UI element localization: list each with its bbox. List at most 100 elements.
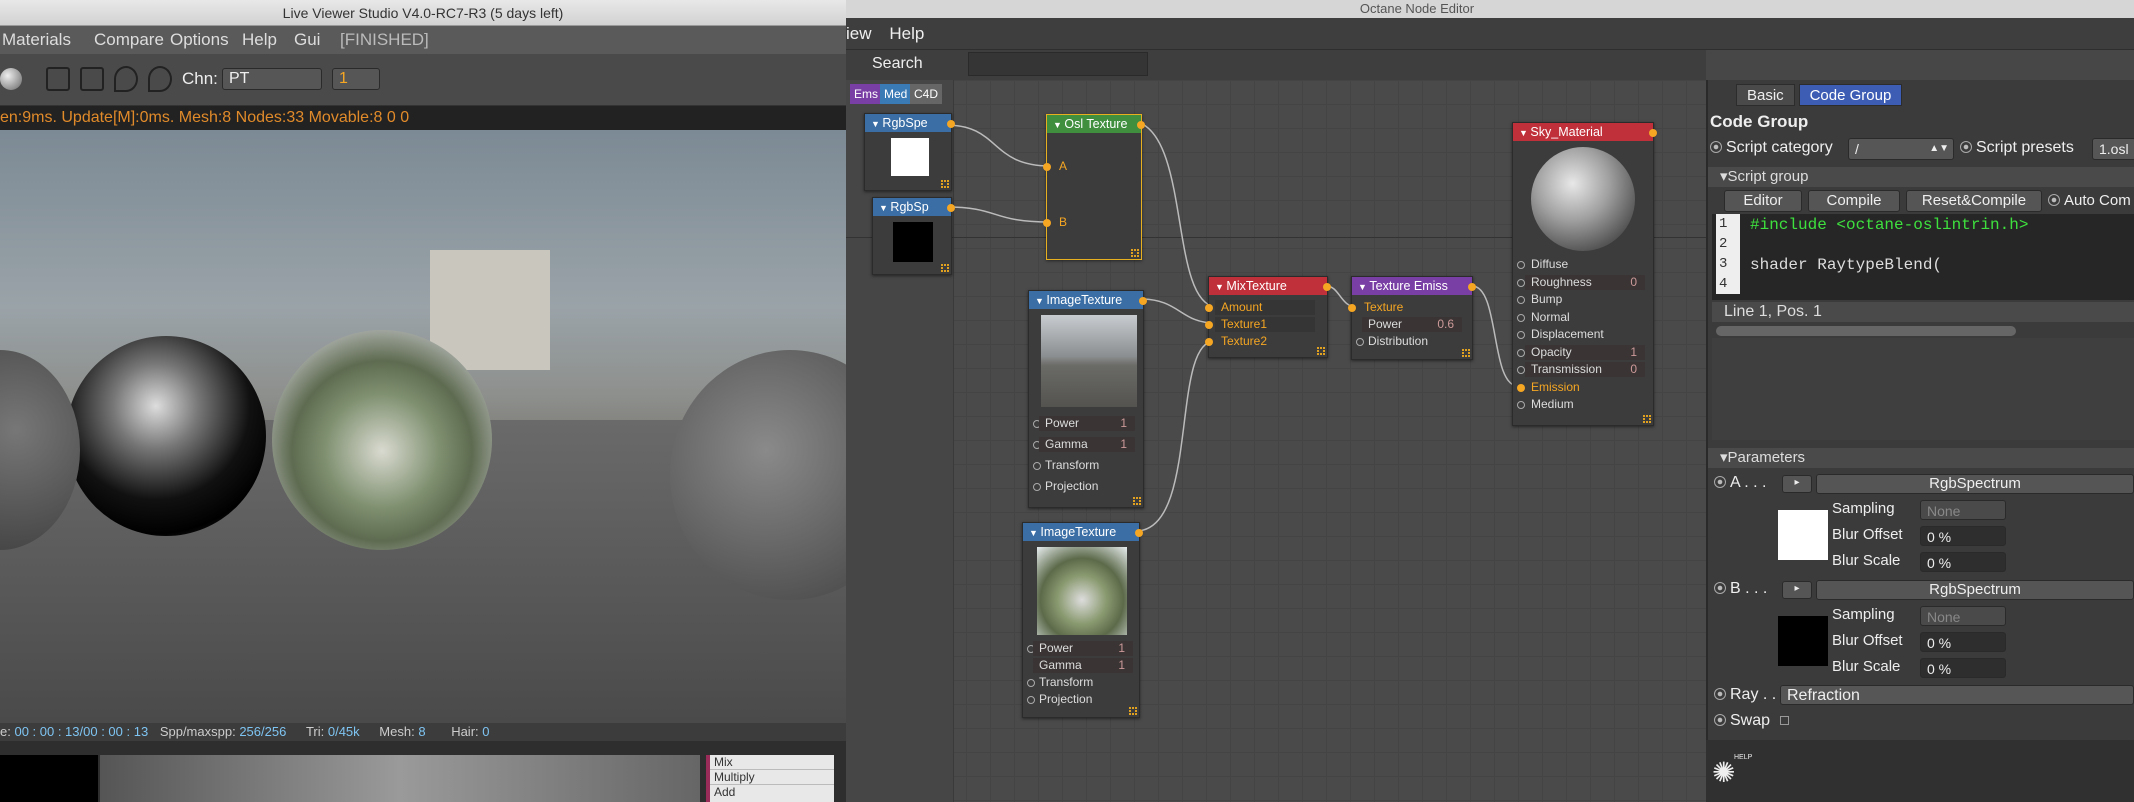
menu-gui[interactable]: Gui	[294, 30, 320, 50]
blur-scale-field[interactable]: 0 %	[1920, 552, 2006, 572]
output-socket[interactable]	[1135, 529, 1143, 537]
tab-basic[interactable]: Basic	[1736, 84, 1795, 106]
menu-help[interactable]: Help	[242, 30, 277, 50]
node-header[interactable]: Osl Texture	[1047, 115, 1141, 133]
node-image-texture-2[interactable]: ImageTexture Power 1 Gamma 1 Transform Pro…	[1022, 522, 1143, 718]
octane-logo-icon[interactable]: ✺	[1712, 756, 1735, 789]
param-socket[interactable]	[1517, 313, 1525, 322]
node-texture-emission[interactable]: Texture Emiss Texture Power 0.6 Distribut…	[1348, 276, 1476, 360]
menu-options[interactable]: Options	[170, 30, 229, 50]
param-transmission[interactable]: Transmission 0	[1525, 362, 1645, 377]
node-header[interactable]: Texture Emiss	[1352, 277, 1472, 295]
blend-mode-item[interactable]: Mix	[710, 755, 834, 770]
param-roughness[interactable]: Roughness 0	[1525, 274, 1645, 290]
resize-grip-icon[interactable]	[1129, 707, 1137, 715]
input-socket-a[interactable]	[1043, 163, 1051, 171]
param-power[interactable]: Power 1	[1039, 416, 1135, 431]
menu-materials[interactable]: Materials	[2, 30, 71, 50]
input-texture1[interactable]: Texture1	[1215, 317, 1315, 332]
param-a-type-button[interactable]: RgbSpectrum	[1816, 474, 2134, 494]
editor-button[interactable]: Editor	[1724, 190, 1802, 212]
expand-arrow-icon[interactable]: ▸	[1782, 475, 1812, 493]
swap-checkbox[interactable]	[1780, 716, 1789, 725]
node-header[interactable]: ImageTexture	[1029, 291, 1143, 309]
param-b-type-button[interactable]: RgbSpectrum	[1816, 580, 2134, 600]
param-b-swatch[interactable]	[1778, 616, 1828, 666]
horizontal-scrollbar[interactable]	[1716, 326, 2016, 336]
node-rgbspe[interactable]: RgbSpe	[864, 113, 955, 191]
script-category-select[interactable]: / ▲▼	[1848, 138, 1954, 160]
ray-select[interactable]: Refraction	[1780, 685, 2134, 705]
output-socket[interactable]	[1649, 129, 1657, 137]
input-socket-texture1[interactable]	[1205, 321, 1213, 329]
code-editor[interactable]: 1 #include <octane-oslintrin.h> 2 3 shad…	[1712, 214, 2134, 300]
radio-icon[interactable]	[1714, 476, 1726, 488]
parameters-header[interactable]: ▾Parameters	[1708, 448, 2134, 468]
param-gamma[interactable]: Gamma 1	[1039, 437, 1135, 452]
param-power[interactable]: Power 1	[1033, 641, 1133, 656]
blend-mode-item[interactable]: Add	[710, 785, 834, 799]
param-normal[interactable]: Normal	[1525, 310, 1645, 325]
node-header[interactable]: RgbSp	[873, 198, 951, 216]
sampling-select[interactable]: None	[1920, 500, 2006, 520]
resize-grip-icon[interactable]	[1462, 349, 1470, 357]
resize-grip-icon[interactable]	[1133, 497, 1141, 505]
param-texture[interactable]: Texture	[1358, 300, 1403, 315]
param-socket[interactable]	[1517, 331, 1525, 339]
input-socket-texture2[interactable]	[1205, 338, 1213, 346]
param-socket[interactable]	[1517, 366, 1525, 374]
node-rgbsp[interactable]: RgbSp	[872, 197, 955, 275]
output-socket[interactable]	[1468, 283, 1476, 291]
material-ball-icon[interactable]	[0, 68, 22, 90]
output-socket[interactable]	[1323, 283, 1331, 291]
expand-arrow-icon[interactable]: ▸	[1782, 581, 1812, 599]
output-socket[interactable]	[947, 120, 955, 128]
input-texture2[interactable]: Texture2	[1215, 334, 1267, 349]
blur-offset-field[interactable]: 0 %	[1920, 526, 2006, 546]
region-icon[interactable]	[46, 67, 70, 91]
radio-icon[interactable]	[2048, 194, 2060, 206]
channel-index-field[interactable]: 1	[332, 68, 380, 90]
input-socket-texture[interactable]	[1348, 304, 1356, 312]
radio-icon[interactable]	[1714, 582, 1726, 594]
param-socket[interactable]	[1517, 401, 1525, 409]
param-emission[interactable]: Emission	[1525, 380, 1645, 395]
channel-select[interactable]: PT	[222, 68, 322, 90]
pick-material-icon[interactable]	[148, 66, 172, 92]
input-socket-b[interactable]	[1043, 219, 1051, 227]
radio-icon[interactable]	[1714, 714, 1726, 726]
node-osl-texture[interactable]: Osl Texture A B	[1043, 114, 1145, 260]
param-socket[interactable]	[1517, 296, 1525, 304]
param-gamma[interactable]: Gamma 1	[1033, 658, 1133, 673]
radio-icon[interactable]	[1960, 141, 1972, 153]
node-header[interactable]: Sky_Material	[1513, 123, 1653, 141]
blend-mode-list[interactable]: Mix Multiply Add	[706, 755, 834, 802]
input-amount[interactable]: Amount	[1215, 300, 1315, 315]
param-displacement[interactable]: Displacement	[1525, 327, 1645, 342]
node-header[interactable]: RgbSpe	[865, 114, 951, 132]
radio-icon[interactable]	[1714, 688, 1726, 700]
render-viewport[interactable]	[0, 130, 846, 723]
param-socket[interactable]	[1517, 383, 1525, 392]
blur-scale-field[interactable]: 0 %	[1920, 658, 2006, 678]
param-a-swatch[interactable]	[1778, 510, 1828, 560]
resize-grip-icon[interactable]	[941, 264, 949, 272]
sampling-select[interactable]: None	[1920, 606, 2006, 626]
param-power[interactable]: Power 0.6	[1362, 317, 1462, 332]
film-region-icon[interactable]	[80, 67, 104, 91]
blend-mode-item[interactable]: Multiply	[710, 770, 834, 785]
input-socket-amount[interactable]	[1205, 304, 1213, 312]
output-socket[interactable]	[1137, 121, 1145, 129]
resize-grip-icon[interactable]	[1317, 347, 1325, 355]
param-bump[interactable]: Bump	[1525, 292, 1645, 307]
resize-grip-icon[interactable]	[1131, 249, 1139, 257]
resize-grip-icon[interactable]	[1643, 415, 1651, 423]
blur-offset-field[interactable]: 0 %	[1920, 632, 2006, 652]
param-socket[interactable]	[1517, 278, 1525, 287]
pick-focus-icon[interactable]	[114, 66, 138, 92]
node-sky-material[interactable]: Sky_Material Diffuse Roughness 0 Bump Normal…	[1512, 122, 1657, 426]
tab-code-group[interactable]: Code Group	[1798, 84, 1903, 106]
auto-compile-toggle[interactable]: Auto Com	[2048, 192, 2131, 209]
param-medium[interactable]: Medium	[1525, 397, 1645, 412]
param-opacity[interactable]: Opacity 1	[1525, 344, 1645, 360]
